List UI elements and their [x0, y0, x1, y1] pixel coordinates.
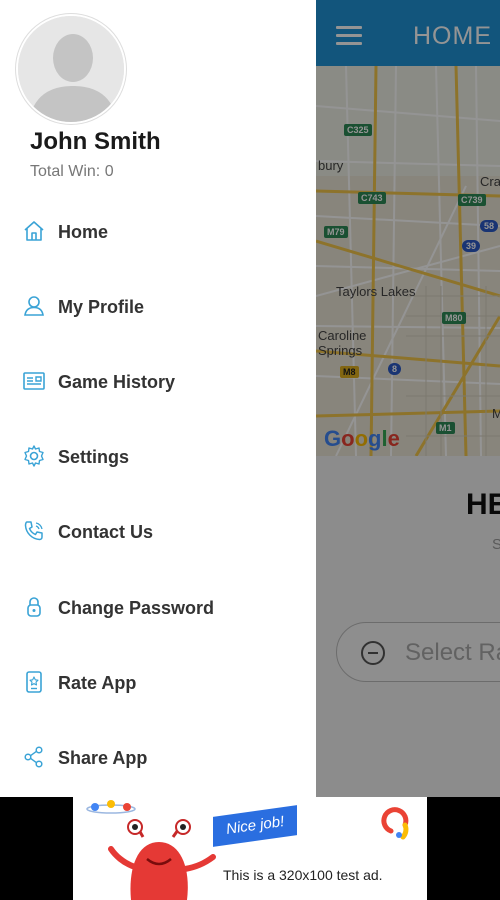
history-icon [23, 372, 45, 390]
test-ad-banner[interactable]: Nice job! This is a 320x100 test ad. [73, 797, 427, 900]
drawer-item-rate-app[interactable]: Rate App [0, 659, 316, 709]
drawer-item-my-profile[interactable]: My Profile [0, 283, 316, 333]
drawer-item-label: Share App [58, 748, 148, 768]
drawer-item-game-history[interactable]: Game History [0, 358, 316, 408]
drawer-item-share-app[interactable]: Share App [0, 734, 316, 784]
lock-icon [27, 597, 41, 617]
drawer-item-label: Settings [58, 447, 130, 467]
drawer-item-home[interactable]: Home [0, 208, 316, 258]
drawer-scrim[interactable] [316, 0, 500, 797]
drawer-item-label: Home [58, 222, 109, 242]
drawer-item-label: Contact Us [58, 522, 154, 542]
user-icon [24, 296, 44, 316]
drawer-item-change-password[interactable]: Change Password [0, 584, 316, 634]
drawer-item-label: Change Password [58, 598, 215, 618]
avatar[interactable] [16, 14, 126, 124]
home-icon [24, 221, 44, 241]
navigation-drawer: John Smith Total Win: 0 Home My Profile … [0, 0, 316, 797]
gear-icon [24, 445, 44, 467]
drawer-item-label: Rate App [58, 673, 137, 693]
phone-icon [24, 521, 43, 541]
user-silhouette-icon [18, 16, 124, 122]
total-win: Total Win: 0 [30, 163, 114, 180]
drawer-item-label: My Profile [58, 297, 145, 317]
drawer-item-contact-us[interactable]: Contact Us [0, 508, 316, 558]
ad-text: This is a 320x100 test ad. [223, 867, 383, 883]
share-icon [24, 746, 43, 768]
drawer-item-settings[interactable]: Settings [0, 433, 316, 483]
user-name: John Smith [30, 128, 161, 155]
rate-icon [26, 671, 42, 693]
drawer-item-label: Game History [58, 372, 176, 392]
